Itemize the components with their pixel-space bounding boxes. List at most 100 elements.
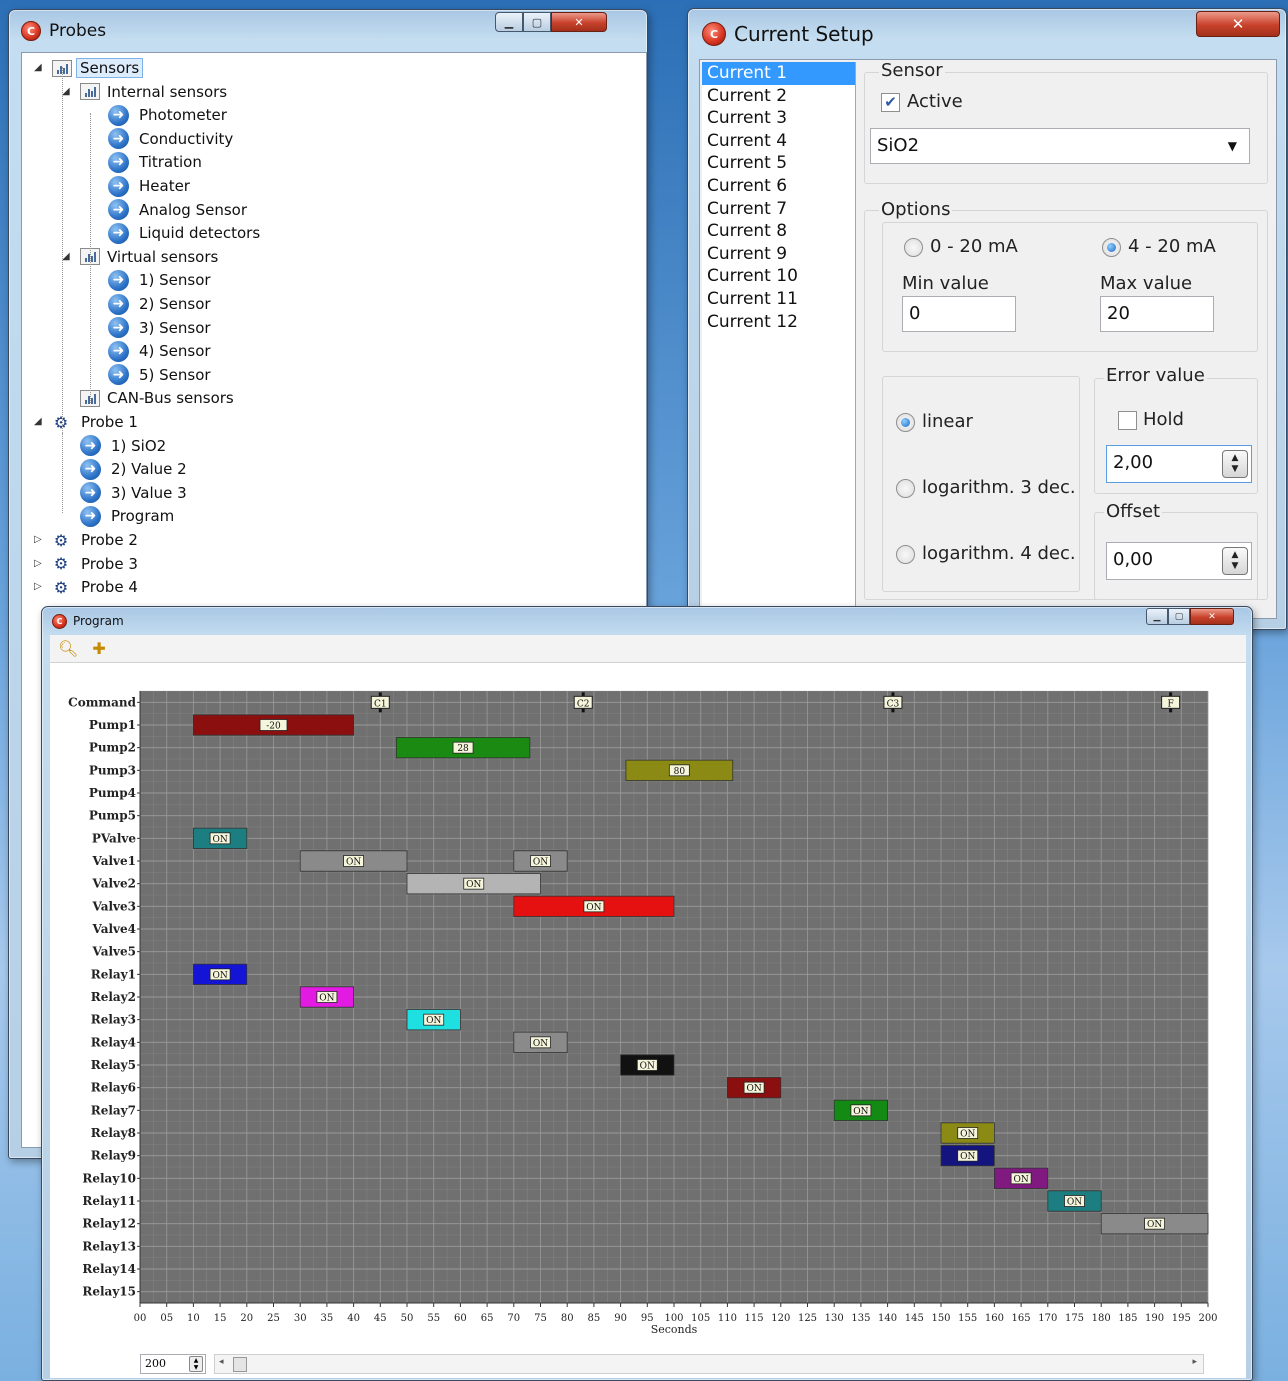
probes-window-title: Probes (49, 21, 107, 41)
close-icon[interactable]: ✕ (1190, 608, 1234, 625)
collapse-icon[interactable]: ◢ (62, 86, 70, 97)
expand-icon[interactable]: ▷ (34, 534, 42, 545)
command-marker-label: C1 (374, 699, 387, 709)
tree-item[interactable]: ➜ Analog Sensor (108, 199, 250, 221)
range-0-20-radio[interactable] (904, 238, 923, 257)
tree-item[interactable]: ➜ Titration (108, 151, 205, 173)
tree-item[interactable]: ➜ 3) Value 3 (80, 482, 190, 504)
sensor-select[interactable]: SiO2 ▼ (870, 128, 1250, 164)
maximize-icon[interactable]: ▢ (523, 12, 551, 32)
x-tick-label: 145 (905, 1313, 924, 1324)
max-value-input[interactable]: 20 (1100, 296, 1214, 332)
current-list-item[interactable]: Current 7 (702, 198, 855, 221)
log3-radio[interactable] (896, 479, 915, 498)
tree-item[interactable]: ➜ Liquid detectors (108, 222, 263, 244)
current-list-item[interactable]: Current 11 (702, 288, 855, 311)
tree-item[interactable]: ➜ 2) Sensor (108, 293, 214, 315)
current-list[interactable]: Current 1 Current 2 Current 3 Current 4 Curr… (702, 62, 856, 618)
scroll-left-icon[interactable]: ◂ (219, 1357, 224, 1367)
tree-item[interactable]: ➜ 1) Sensor (108, 269, 214, 291)
tree-item[interactable]: ➜ 4) Sensor (108, 340, 214, 362)
x-tick-label: 25 (267, 1313, 280, 1324)
current-list-item[interactable]: Current 1 (702, 62, 855, 85)
tree-item-label: Conductivity (139, 129, 234, 148)
expand-icon[interactable]: ▷ (34, 558, 42, 569)
current-list-item[interactable]: Current 6 (702, 175, 855, 198)
x-tick-label: 185 (1118, 1313, 1137, 1324)
max-value-label-text: Max value (1100, 273, 1193, 294)
current-list-item[interactable]: Current 12 (702, 311, 855, 334)
sensor-select-value: SiO2 (877, 135, 920, 156)
tree-item[interactable]: ➜ 1) SiO2 (80, 435, 169, 457)
row-label: Valve4 (92, 922, 137, 936)
range-4-20-radio[interactable] (1102, 238, 1121, 257)
current-list-item[interactable]: Current 9 (702, 243, 855, 266)
tree-item[interactable]: ➜ Photometer (108, 104, 230, 126)
add-program-icon[interactable]: ✚ (92, 639, 105, 658)
program-titlebar[interactable]: C Program (42, 607, 1252, 635)
app-logo-icon: C (702, 22, 726, 46)
probe-icon: ⚙︎ (53, 554, 69, 574)
active-checkbox[interactable]: ✔ (881, 93, 900, 112)
scroll-right-icon[interactable]: ▸ (1192, 1357, 1197, 1367)
tree-item[interactable]: ◢ Sensors (34, 57, 144, 79)
current-list-item[interactable]: Current 10 (702, 265, 855, 288)
tree-item-label: 3) Value 3 (111, 483, 187, 502)
tree-item[interactable]: ➜ 2) Value 2 (80, 458, 190, 480)
scroll-thumb[interactable] (233, 1357, 247, 1372)
tree-guide-line (90, 113, 91, 403)
duration-input[interactable]: 200 ▲ ▼ (140, 1354, 206, 1374)
tree-item[interactable]: CAN-Bus sensors (80, 387, 237, 409)
current-list-item[interactable]: Current 3 (702, 107, 855, 130)
zoom-icon[interactable]: 🔍︎ (58, 639, 78, 658)
program-bar-label: ON (1067, 1198, 1082, 1208)
tree-item[interactable]: ➜ Heater (108, 175, 193, 197)
current-list-item[interactable]: Current 5 (702, 152, 855, 175)
hold-checkbox[interactable] (1118, 411, 1137, 430)
row-label: Relay12 (82, 1217, 136, 1231)
expand-icon[interactable]: ▷ (34, 581, 42, 592)
tree-item[interactable]: ◢ Internal sensors (62, 81, 230, 103)
current-list-item[interactable]: Current 8 (702, 220, 855, 243)
program-bar-label: ON (960, 1130, 975, 1140)
minimize-icon[interactable]: ▁ (1146, 608, 1168, 625)
minimize-icon[interactable]: ▁ (495, 12, 523, 32)
offset-stepper[interactable]: ▲ ▼ (1222, 547, 1248, 575)
tree-item[interactable]: ◢ ⚙︎ Probe 1 (34, 411, 141, 433)
time-scrollbar[interactable]: ◂ ▸ (214, 1354, 1204, 1374)
duration-value: 200 (145, 1357, 166, 1370)
tree-item[interactable]: ▷ ⚙︎ Probe 3 (34, 553, 141, 575)
collapse-icon[interactable]: ◢ (62, 251, 70, 262)
linear-radio[interactable] (896, 413, 915, 432)
error-value-stepper[interactable]: ▲ ▼ (1222, 450, 1248, 478)
program-bar-label: ON (1013, 1175, 1028, 1185)
program-gantt-chart[interactable]: Command Pump1 Pump2 Pump3 Pump4 Pump5 PValve Va… (50, 663, 1246, 1353)
min-value-input[interactable]: 0 (902, 296, 1016, 332)
tree-item-label: 2) Sensor (139, 295, 211, 313)
close-icon[interactable]: ✕ (1196, 11, 1280, 37)
tree-guide-line (62, 433, 63, 513)
log3-label: logarithm. 3 dec. (922, 477, 1076, 498)
collapse-icon[interactable]: ◢ (34, 416, 42, 427)
tree-item[interactable]: ➜ 3) Sensor (108, 317, 214, 339)
x-tick-label: 15 (214, 1313, 227, 1324)
close-icon[interactable]: ✕ (551, 12, 607, 32)
probes-window-controls: ▁ ▢ ✕ (495, 12, 607, 32)
current-list-item[interactable]: Current 2 (702, 85, 855, 108)
tree-item[interactable]: ◢ Virtual sensors (62, 246, 221, 268)
tree-item[interactable]: ▷ ⚙︎ Probe 2 (34, 529, 141, 551)
x-tick-label: 125 (798, 1313, 817, 1324)
collapse-icon[interactable]: ◢ (34, 62, 42, 73)
duration-stepper[interactable]: ▲ ▼ (189, 1356, 203, 1372)
tree-item[interactable]: ➜ Conductivity (108, 128, 236, 150)
tree-item[interactable]: ➜ 5) Sensor (108, 364, 214, 386)
tree-item[interactable]: ▷ ⚙︎ Probe 4 (34, 576, 141, 598)
current-list-item[interactable]: Current 4 (702, 130, 855, 153)
tree-item[interactable]: ➜ Program (80, 505, 177, 527)
sensor-group-icon (80, 83, 100, 101)
maximize-icon[interactable]: ▢ (1168, 608, 1190, 625)
x-tick-label: 80 (561, 1313, 574, 1324)
x-tick-label: 20 (240, 1313, 253, 1324)
row-label: Relay2 (91, 990, 136, 1004)
log4-radio[interactable] (896, 545, 915, 564)
